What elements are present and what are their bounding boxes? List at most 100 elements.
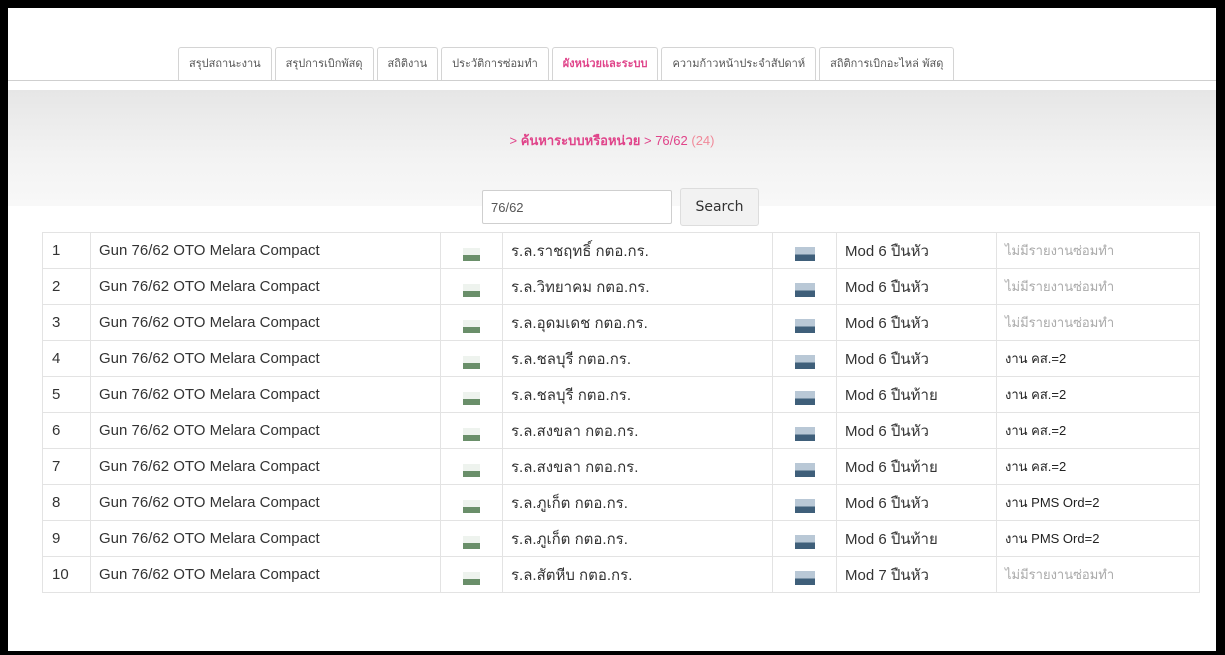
system-thumbnail-cell xyxy=(440,484,503,521)
table-row[interactable]: 3 Gun 76/62 OTO Melara Compact ร.ล.อุดมเดช… xyxy=(42,304,1200,341)
tab-0[interactable]: สรุปสถานะงาน xyxy=(178,47,272,80)
system-name[interactable]: Gun 76/62 OTO Melara Compact xyxy=(90,268,441,305)
mod-position: Mod 6 ปืนหัว xyxy=(836,340,997,377)
repair-status[interactable]: งาน คส.=2 xyxy=(996,376,1200,413)
gun-thumbnail-icon[interactable] xyxy=(463,427,480,441)
search-button[interactable]: Search xyxy=(680,188,759,226)
ship-name[interactable]: ร.ล.สงขลา กตอ.กร. xyxy=(502,448,773,485)
table-row[interactable]: 6 Gun 76/62 OTO Melara Compact ร.ล.สงขลา ก… xyxy=(42,412,1200,449)
ship-thumbnail-cell xyxy=(772,412,837,449)
ship-thumbnail-icon[interactable] xyxy=(794,571,815,586)
system-name[interactable]: Gun 76/62 OTO Melara Compact xyxy=(90,484,441,521)
breadcrumb-separator: > xyxy=(643,133,652,148)
system-name[interactable]: Gun 76/62 OTO Melara Compact xyxy=(90,556,441,593)
ship-thumbnail-icon[interactable] xyxy=(794,427,815,442)
system-name[interactable]: Gun 76/62 OTO Melara Compact xyxy=(90,304,441,341)
ship-thumbnail-cell xyxy=(772,232,837,269)
repair-status: ไม่มีรายงานซ่อมทำ xyxy=(996,232,1200,269)
tab-6[interactable]: สถิติการเบิกอะไหล่ พัสดุ xyxy=(819,47,955,80)
row-number: 6 xyxy=(42,412,91,449)
system-name[interactable]: Gun 76/62 OTO Melara Compact xyxy=(90,448,441,485)
ship-name[interactable]: ร.ล.ภูเก็ต กตอ.กร. xyxy=(502,520,773,557)
gun-thumbnail-icon[interactable] xyxy=(463,499,480,513)
ship-thumbnail-icon[interactable] xyxy=(794,535,815,550)
ship-name[interactable]: ร.ล.ภูเก็ต กตอ.กร. xyxy=(502,484,773,521)
repair-status[interactable]: งาน PMS Ord=2 xyxy=(996,520,1200,557)
gun-thumbnail-icon[interactable] xyxy=(463,247,480,261)
ship-thumbnail-cell xyxy=(772,340,837,377)
ship-name[interactable]: ร.ล.อุดมเดช กตอ.กร. xyxy=(502,304,773,341)
table-row[interactable]: 10 Gun 76/62 OTO Melara Compact ร.ล.สัตหีบ… xyxy=(42,556,1200,593)
ship-thumbnail-cell xyxy=(772,376,837,413)
table-row[interactable]: 2 Gun 76/62 OTO Melara Compact ร.ล.วิทยาคม… xyxy=(42,268,1200,305)
gun-thumbnail-icon[interactable] xyxy=(463,571,480,585)
tab-5[interactable]: ความก้าวหน้าประจำสัปดาห์ xyxy=(661,47,817,80)
system-thumbnail-cell xyxy=(440,232,503,269)
gun-thumbnail-icon[interactable] xyxy=(463,463,480,477)
table-row[interactable]: 5 Gun 76/62 OTO Melara Compact ร.ล.ชลบุรี … xyxy=(42,376,1200,413)
repair-status[interactable]: งาน คส.=2 xyxy=(996,448,1200,485)
ship-thumbnail-icon[interactable] xyxy=(794,247,815,262)
ship-name[interactable]: ร.ล.วิทยาคม กตอ.กร. xyxy=(502,268,773,305)
table-row[interactable]: 8 Gun 76/62 OTO Melara Compact ร.ล.ภูเก็ต … xyxy=(42,484,1200,521)
row-number: 2 xyxy=(42,268,91,305)
system-name[interactable]: Gun 76/62 OTO Melara Compact xyxy=(90,376,441,413)
row-number: 4 xyxy=(42,340,91,377)
table-row[interactable]: 9 Gun 76/62 OTO Melara Compact ร.ล.ภูเก็ต … xyxy=(42,520,1200,557)
mod-position: Mod 7 ปืนหัว xyxy=(836,556,997,593)
mod-position: Mod 6 ปืนหัว xyxy=(836,232,997,269)
row-number: 3 xyxy=(42,304,91,341)
system-name[interactable]: Gun 76/62 OTO Melara Compact xyxy=(90,412,441,449)
system-thumbnail-cell xyxy=(440,412,503,449)
repair-status[interactable]: งาน คส.=2 xyxy=(996,412,1200,449)
row-number: 10 xyxy=(42,556,91,593)
row-number: 5 xyxy=(42,376,91,413)
table-row[interactable]: 1 Gun 76/62 OTO Melara Compact ร.ล.ราชฤทธิ… xyxy=(42,232,1200,269)
system-thumbnail-cell xyxy=(440,448,503,485)
system-thumbnail-cell xyxy=(440,340,503,377)
ship-thumbnail-cell xyxy=(772,304,837,341)
tab-3[interactable]: ประวัติการซ่อมทำ xyxy=(441,47,549,80)
tab-bar-divider xyxy=(8,80,1216,81)
breadcrumb-search-link[interactable]: ค้นหาระบบหรือหน่วย xyxy=(521,133,641,148)
repair-status: ไม่มีรายงานซ่อมทำ xyxy=(996,556,1200,593)
repair-status: ไม่มีรายงานซ่อมทำ xyxy=(996,304,1200,341)
breadcrumb-count: (24) xyxy=(691,133,715,148)
ship-name[interactable]: ร.ล.ราชฤทธิ์ กตอ.กร. xyxy=(502,232,773,269)
gun-thumbnail-icon[interactable] xyxy=(463,283,480,297)
gun-thumbnail-icon[interactable] xyxy=(463,391,480,405)
system-thumbnail-cell xyxy=(440,520,503,557)
ship-name[interactable]: ร.ล.ชลบุรี กตอ.กร. xyxy=(502,340,773,377)
ship-thumbnail-icon[interactable] xyxy=(794,463,815,478)
ship-thumbnail-icon[interactable] xyxy=(794,499,815,514)
ship-name[interactable]: ร.ล.สงขลา กตอ.กร. xyxy=(502,412,773,449)
ship-thumbnail-cell xyxy=(772,484,837,521)
mod-position: Mod 6 ปืนท้าย xyxy=(836,448,997,485)
mod-position: Mod 6 ปืนท้าย xyxy=(836,520,997,557)
tab-2[interactable]: สถิติงาน xyxy=(376,47,439,80)
breadcrumb-prefix: > xyxy=(509,133,518,148)
repair-status[interactable]: งาน คส.=2 xyxy=(996,340,1200,377)
ship-thumbnail-cell xyxy=(772,448,837,485)
mod-position: Mod 6 ปืนหัว xyxy=(836,304,997,341)
system-name[interactable]: Gun 76/62 OTO Melara Compact xyxy=(90,520,441,557)
ship-thumbnail-cell xyxy=(772,268,837,305)
table-row[interactable]: 7 Gun 76/62 OTO Melara Compact ร.ล.สงขลา ก… xyxy=(42,448,1200,485)
system-name[interactable]: Gun 76/62 OTO Melara Compact xyxy=(90,232,441,269)
gun-thumbnail-icon[interactable] xyxy=(463,535,480,549)
repair-status: ไม่มีรายงานซ่อมทำ xyxy=(996,268,1200,305)
tab-4[interactable]: ผังหน่วยและระบบ xyxy=(551,47,659,80)
ship-name[interactable]: ร.ล.ชลบุรี กตอ.กร. xyxy=(502,376,773,413)
table-row[interactable]: 4 Gun 76/62 OTO Melara Compact ร.ล.ชลบุรี … xyxy=(42,340,1200,377)
system-name[interactable]: Gun 76/62 OTO Melara Compact xyxy=(90,340,441,377)
ship-thumbnail-icon[interactable] xyxy=(794,283,815,298)
search-input[interactable] xyxy=(482,190,672,224)
repair-status[interactable]: งาน PMS Ord=2 xyxy=(996,484,1200,521)
ship-name[interactable]: ร.ล.สัตหีบ กตอ.กร. xyxy=(502,556,773,593)
ship-thumbnail-icon[interactable] xyxy=(794,355,815,370)
tab-1[interactable]: สรุปการเบิกพัสดุ xyxy=(274,47,374,80)
ship-thumbnail-icon[interactable] xyxy=(794,391,815,406)
gun-thumbnail-icon[interactable] xyxy=(463,319,480,333)
ship-thumbnail-icon[interactable] xyxy=(794,319,815,334)
gun-thumbnail-icon[interactable] xyxy=(463,355,480,369)
